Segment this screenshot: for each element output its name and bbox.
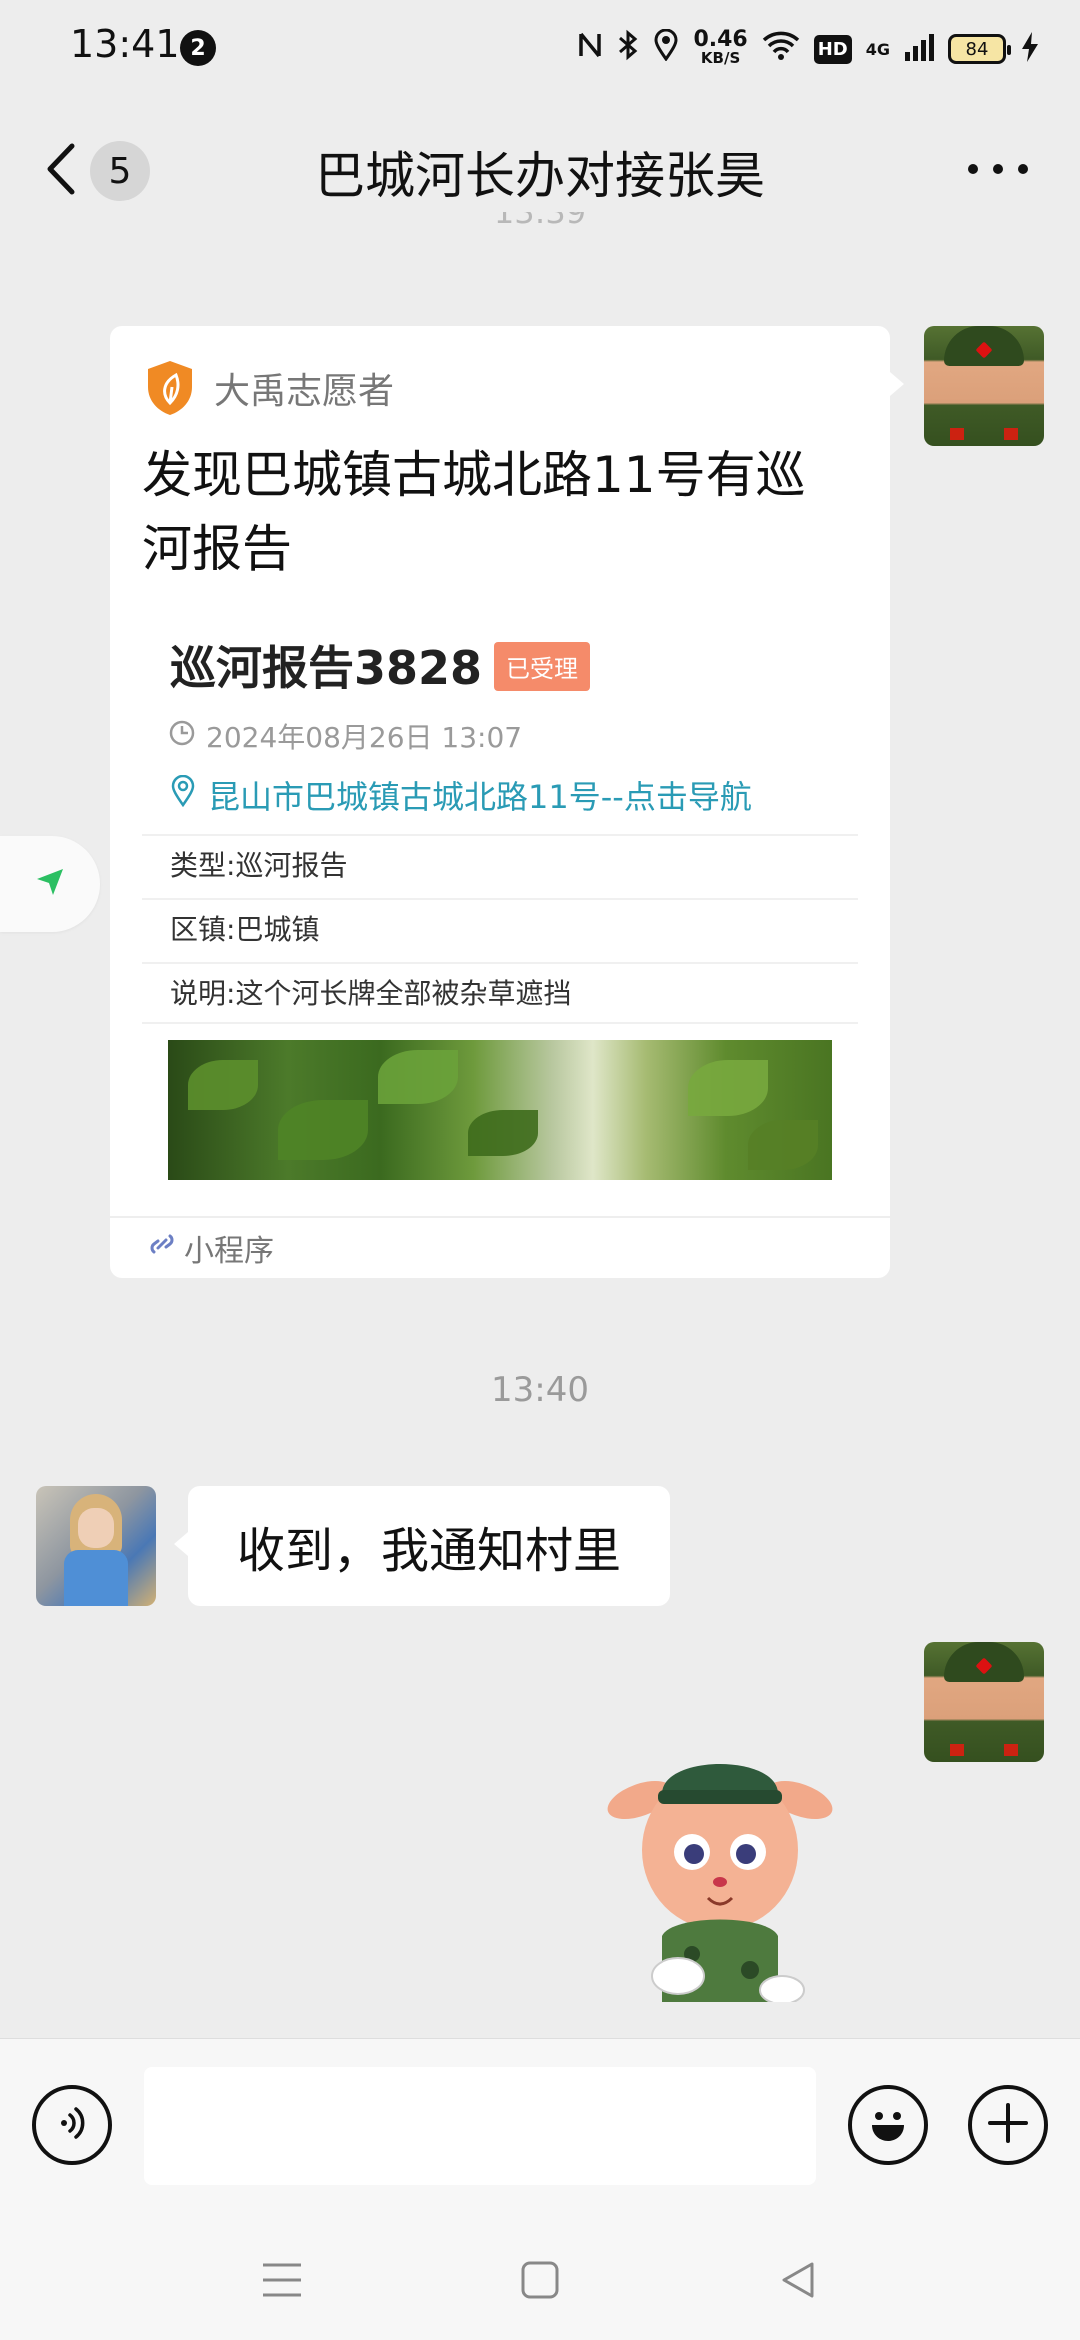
mini-program-card[interactable]: 大禹志愿者 发现巴城镇古城北路11号有巡河报告 巡河报告3828 已受理 202… — [110, 326, 904, 1278]
back-triangle-icon — [778, 2260, 818, 2304]
navigate-arrow-icon — [33, 865, 67, 903]
battery-indicator: 84 — [948, 34, 1011, 64]
info-row-description: 说明:这个河长牌全部被杂草遮挡 — [142, 962, 858, 1024]
avatar-me[interactable] — [924, 326, 1044, 446]
status-bar: 13:41 2 0.46 KB/S HD 4G 84 — [0, 0, 1080, 96]
more-icon — [968, 164, 978, 174]
report-time: 2024年08月26日 13:07 — [168, 716, 522, 756]
shield-leaf-icon — [144, 359, 196, 417]
chat-input-bar — [0, 2038, 1080, 2218]
system-nav-bar — [0, 2218, 1080, 2340]
nfc-icon — [577, 30, 603, 68]
info-row-district: 区镇:巴城镇 — [142, 898, 858, 960]
home-button[interactable] — [510, 2252, 570, 2312]
more-button[interactable] — [968, 154, 1028, 184]
voice-icon — [52, 2103, 92, 2147]
home-icon — [520, 2260, 560, 2304]
avatar-me[interactable] — [924, 1642, 1044, 1762]
network-speed: 0.46 KB/S — [693, 27, 748, 68]
sticker-image[interactable] — [600, 1740, 840, 2005]
wifi-icon — [762, 30, 800, 68]
hd-badge: HD — [813, 34, 852, 64]
menu-icon — [261, 2261, 303, 2303]
plus-button[interactable] — [968, 2085, 1048, 2165]
status-icons: 0.46 KB/S HD 4G 84 — [577, 24, 1040, 74]
page-title: 巴城河长办对接张昊 — [315, 147, 765, 205]
card-source: 大禹志愿者 — [144, 358, 394, 418]
mini-program-link-icon — [146, 1228, 178, 1268]
location-icon — [653, 28, 679, 69]
navigate-button[interactable] — [0, 836, 100, 932]
message-bubble[interactable]: 收到，我通知村里 — [174, 1486, 670, 1606]
info-row-type: 类型:巡河报告 — [142, 834, 858, 896]
notification-badge: 2 — [180, 30, 216, 66]
location-pin-icon — [170, 774, 196, 815]
source-name: 大禹志愿者 — [214, 371, 395, 412]
emoji-icon — [862, 2097, 914, 2153]
card-footer: 小程序 — [110, 1216, 890, 1278]
bluetooth-icon — [617, 29, 639, 69]
message-timestamp: 13:40 — [491, 1370, 589, 1410]
back-nav-button[interactable] — [768, 2252, 828, 2312]
previous-timestamp: 13:39 — [493, 212, 587, 231]
location-link[interactable]: 昆山市巴城镇古城北路11号--点击导航 — [170, 772, 752, 818]
charging-icon — [1020, 31, 1040, 67]
report-name: 巡河报告3828 — [170, 641, 483, 695]
status-badge: 已受理 — [494, 642, 590, 691]
status-time: 13:41 — [70, 22, 180, 66]
message-input[interactable] — [144, 2067, 816, 2185]
emoji-button[interactable] — [848, 2085, 928, 2165]
voice-button[interactable] — [32, 2085, 112, 2165]
card-title: 发现巴城镇古城北路11号有巡河报告 — [142, 446, 806, 578]
signal-icon — [904, 32, 934, 66]
report-photo[interactable] — [168, 1040, 832, 1180]
avatar-contact[interactable] — [36, 1486, 156, 1606]
clock-icon — [168, 719, 196, 754]
menu-button[interactable] — [252, 2252, 312, 2312]
plus-icon — [986, 2101, 1030, 2149]
signal-label: 4G — [865, 39, 890, 59]
